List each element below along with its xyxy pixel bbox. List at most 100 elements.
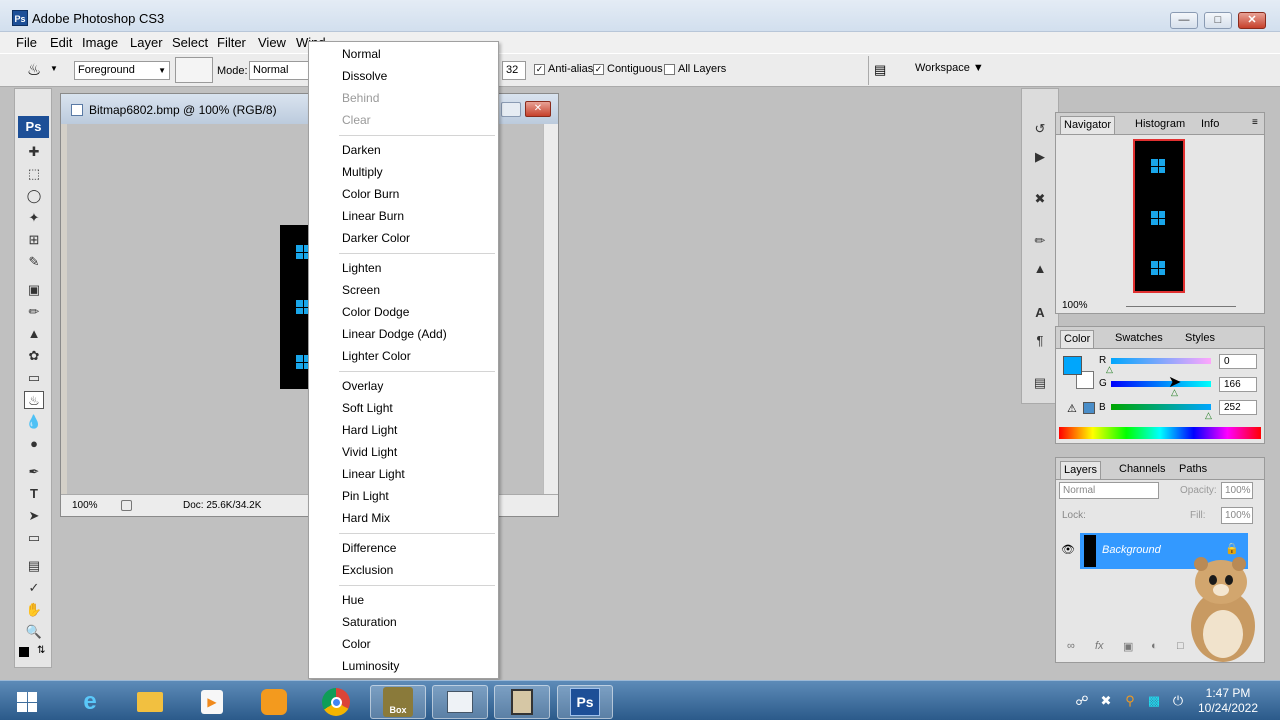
brush-tool-icon[interactable]: ✏ xyxy=(24,303,44,321)
move-tool-icon[interactable]: ✚ xyxy=(24,143,44,161)
eye-visibility-icon[interactable]: 👁 xyxy=(1061,543,1075,556)
crop-tool-icon[interactable]: ⊞ xyxy=(24,231,44,249)
swap-colors-icon[interactable]: ⇅ xyxy=(37,645,49,657)
close-button[interactable]: ✕ xyxy=(1238,12,1266,29)
blur-tool-icon[interactable]: 💧 xyxy=(24,413,44,431)
mode-select[interactable]: Normal xyxy=(249,61,309,80)
contiguous-checkbox[interactable]: ✓ xyxy=(593,64,604,75)
tray-tools-icon[interactable]: ✖ xyxy=(1098,693,1114,709)
marquee-tool-icon[interactable]: ⬚ xyxy=(24,165,44,183)
taskbar-file-explorer[interactable] xyxy=(122,685,178,719)
actions-panel-icon[interactable]: ▶ xyxy=(1030,149,1050,167)
tab-paths[interactable]: Paths xyxy=(1176,461,1210,479)
opacity-input[interactable]: 100% xyxy=(1221,482,1253,499)
lasso-tool-icon[interactable]: ◯ xyxy=(24,187,44,205)
brushes-panel-icon[interactable]: ✏ xyxy=(1030,233,1050,251)
blend-option-darker-color[interactable]: Darker Color xyxy=(342,231,410,245)
blend-option-hard-light[interactable]: Hard Light xyxy=(342,423,397,437)
blend-option-linear-burn[interactable]: Linear Burn xyxy=(342,209,404,223)
pen-tool-icon[interactable]: ✒ xyxy=(24,463,44,481)
blend-option-luminosity[interactable]: Luminosity xyxy=(342,659,399,673)
healing-brush-tool-icon[interactable]: ▣ xyxy=(24,281,44,299)
menu-view[interactable]: View xyxy=(258,35,286,50)
blend-option-linear-light[interactable]: Linear Light xyxy=(342,467,405,481)
maximize-button[interactable]: □ xyxy=(1204,12,1232,29)
blue-slider-thumb[interactable]: △ xyxy=(1205,410,1212,421)
status-menu-icon[interactable] xyxy=(121,500,132,511)
blend-option-lighter-color[interactable]: Lighter Color xyxy=(342,349,411,363)
tab-channels[interactable]: Channels xyxy=(1116,461,1168,479)
hand-tool-icon[interactable]: ✋ xyxy=(24,601,44,619)
adjustment-layer-icon[interactable]: ◐ xyxy=(1151,640,1158,652)
foreground-color-swatch[interactable] xyxy=(1063,356,1082,375)
blend-option-exclusion[interactable]: Exclusion xyxy=(342,563,393,577)
layer-mask-icon[interactable]: ▣ xyxy=(1123,640,1133,653)
blue-slider[interactable] xyxy=(1111,404,1211,410)
color-spectrum-bar[interactable] xyxy=(1059,427,1261,439)
default-colors-icon[interactable] xyxy=(19,647,29,657)
blue-value-input[interactable]: 252 xyxy=(1219,400,1257,415)
blend-option-dissolve[interactable]: Dissolve xyxy=(342,69,387,83)
slice-tool-icon[interactable]: ✎ xyxy=(24,253,44,271)
taskbar-uc-browser[interactable] xyxy=(246,685,302,719)
document-vertical-scrollbar[interactable] xyxy=(543,124,558,494)
layer-style-icon[interactable]: fx xyxy=(1095,640,1104,652)
red-slider-thumb[interactable]: △ xyxy=(1106,364,1113,375)
navigator-zoom[interactable]: 100% xyxy=(1062,300,1088,311)
document-restore-button[interactable] xyxy=(501,102,521,117)
link-layers-icon[interactable]: ∞ xyxy=(1067,640,1075,652)
blend-option-difference[interactable]: Difference xyxy=(342,541,396,555)
type-tool-icon[interactable]: T xyxy=(24,485,44,503)
document-close-button[interactable]: ✕ xyxy=(525,101,551,117)
blend-option-soft-light[interactable]: Soft Light xyxy=(342,401,393,415)
web-safe-swatch[interactable] xyxy=(1083,402,1095,414)
pattern-picker[interactable] xyxy=(175,57,213,83)
eyedropper-tool-icon[interactable]: ✓ xyxy=(24,579,44,597)
character-panel-icon[interactable]: A xyxy=(1030,305,1050,323)
blend-option-color-burn[interactable]: Color Burn xyxy=(342,187,399,201)
magic-wand-tool-icon[interactable]: ✦ xyxy=(24,209,44,227)
blend-option-darken[interactable]: Darken xyxy=(342,143,381,157)
notes-tool-icon[interactable]: ▤ xyxy=(24,557,44,575)
layer-comps-icon[interactable]: ▤ xyxy=(1030,375,1050,393)
warning-icon[interactable]: ⚠ xyxy=(1067,402,1077,415)
taskbar-photo-app[interactable] xyxy=(494,685,550,719)
taskbar-chrome[interactable] xyxy=(308,685,364,719)
green-slider[interactable] xyxy=(1111,381,1211,387)
fill-source-select[interactable]: Foreground ▼ xyxy=(74,61,170,80)
blend-option-vivid-light[interactable]: Vivid Light xyxy=(342,445,397,459)
blend-option-normal[interactable]: Normal xyxy=(342,47,381,61)
blend-option-hard-mix[interactable]: Hard Mix xyxy=(342,511,390,525)
red-value-input[interactable]: 0 xyxy=(1219,354,1257,369)
start-button[interactable] xyxy=(10,687,44,717)
taskbar-media-player[interactable]: ▶ xyxy=(184,685,240,719)
tolerance-input[interactable]: 32 xyxy=(502,61,526,80)
menu-image[interactable]: Image xyxy=(82,35,118,50)
fill-input[interactable]: 100% xyxy=(1221,507,1253,524)
blend-option-screen[interactable]: Screen xyxy=(342,283,380,297)
path-selection-tool-icon[interactable]: ➤ xyxy=(24,507,44,525)
paint-bucket-tool-icon[interactable]: ♨ xyxy=(24,391,44,409)
blend-option-saturation[interactable]: Saturation xyxy=(342,615,397,629)
blend-option-linear-dodge[interactable]: Linear Dodge (Add) xyxy=(342,327,447,341)
taskbar-window-app[interactable] xyxy=(432,685,488,719)
menu-edit[interactable]: Edit xyxy=(50,35,72,50)
tray-power-icon[interactable]: ⏻ xyxy=(1170,693,1186,709)
tab-color[interactable]: Color xyxy=(1060,330,1095,348)
tab-info[interactable]: Info xyxy=(1198,116,1222,134)
minimize-button[interactable]: — xyxy=(1170,12,1198,29)
navigator-thumbnail[interactable] xyxy=(1133,139,1185,293)
blend-option-overlay[interactable]: Overlay xyxy=(342,379,383,393)
zoom-level[interactable]: 100% xyxy=(72,500,98,511)
menu-filter[interactable]: Filter xyxy=(217,35,246,50)
clone-source-icon[interactable]: ▲ xyxy=(1030,261,1050,279)
menu-select[interactable]: Select xyxy=(172,35,208,50)
taskbar-internet-explorer[interactable]: e xyxy=(62,685,118,719)
layer-blend-mode-select[interactable]: Normal xyxy=(1059,482,1159,499)
taskbar-photoshop[interactable]: Ps xyxy=(557,685,613,719)
red-slider[interactable] xyxy=(1111,358,1211,364)
paint-bucket-icon[interactable]: ♨ xyxy=(22,60,46,80)
blend-option-pin-light[interactable]: Pin Light xyxy=(342,489,389,503)
blend-option-lighten[interactable]: Lighten xyxy=(342,261,381,275)
workspace-button[interactable]: Workspace ▼ xyxy=(915,62,984,74)
